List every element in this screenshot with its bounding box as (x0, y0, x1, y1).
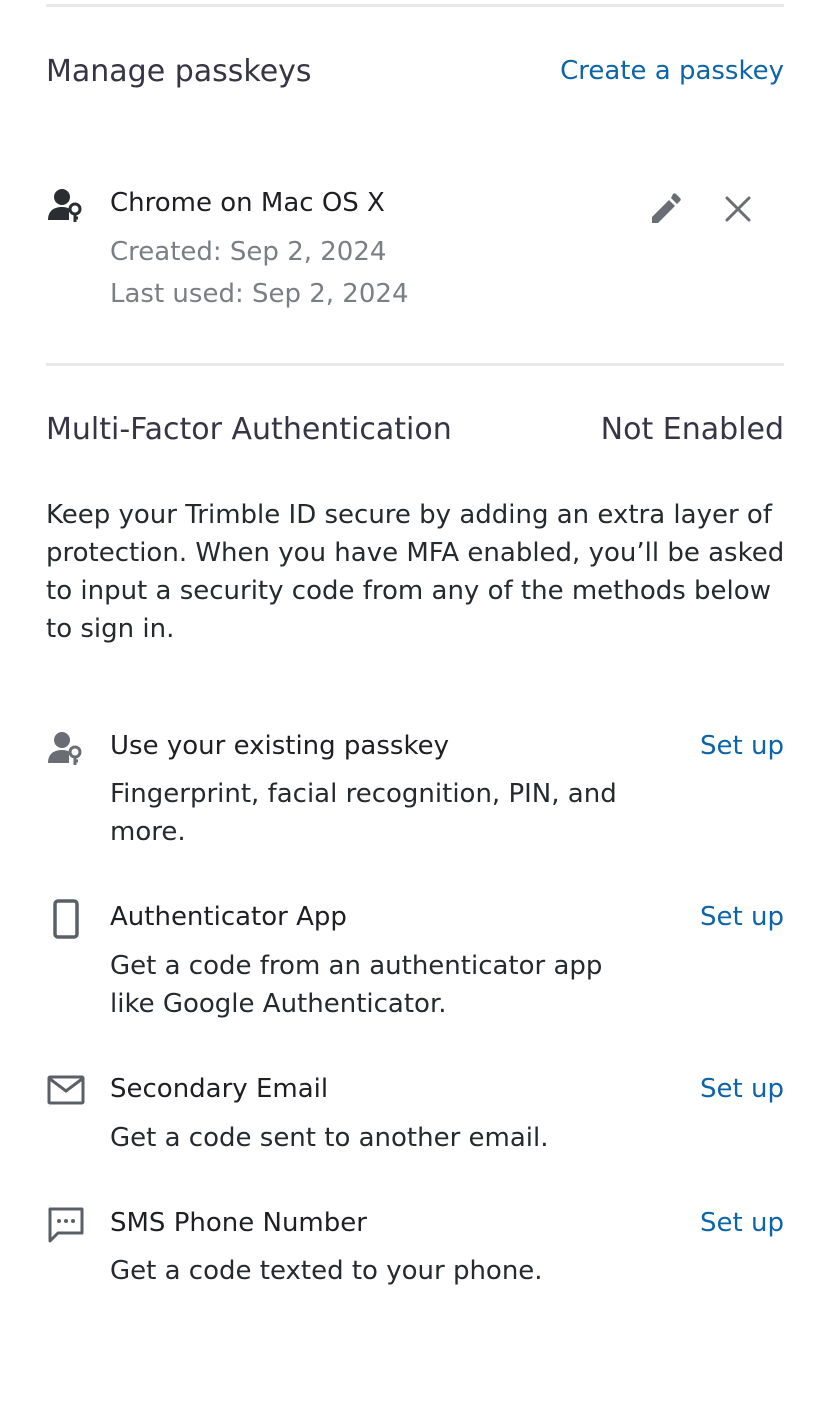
method-description: Fingerprint, facial recognition, PIN, an… (110, 779, 617, 847)
method-title: Use your existing passkey (110, 731, 449, 761)
envelope-icon (46, 1070, 86, 1110)
set-up-email-link[interactable]: Set up (700, 1074, 784, 1104)
set-up-sms-link[interactable]: Set up (700, 1208, 784, 1238)
method-description: Get a code from an authenticator app lik… (110, 951, 603, 1019)
chat-bubble-icon (46, 1205, 86, 1245)
method-description: Get a code texted to your phone. (110, 1256, 543, 1286)
section-divider (46, 363, 784, 366)
method-title: Authenticator App (110, 902, 347, 932)
method-title: Secondary Email (110, 1074, 329, 1104)
smartphone-icon (46, 899, 86, 939)
set-up-authenticator-link[interactable]: Set up (700, 902, 784, 932)
passkey-last-used-date: Last used: Sep 2, 2024 (110, 279, 409, 309)
mfa-description: Keep your Trimble ID secure by adding an… (46, 500, 785, 644)
set-up-passkey-link[interactable]: Set up (700, 731, 784, 761)
mfa-section-title: Multi-Factor Authentication (46, 412, 452, 447)
mfa-status-badge: Not Enabled (600, 412, 784, 447)
edit-pencil-icon[interactable] (646, 188, 686, 228)
passkey-created-date: Created: Sep 2, 2024 (110, 237, 387, 267)
user-key-icon (46, 729, 86, 769)
method-description: Get a code sent to another email. (110, 1123, 549, 1153)
create-passkey-link[interactable]: Create a passkey (560, 56, 784, 86)
delete-close-icon[interactable] (718, 189, 758, 229)
top-divider (46, 4, 784, 7)
passkey-name: Chrome on Mac OS X (110, 188, 385, 218)
passkeys-section-title: Manage passkeys (46, 54, 312, 89)
method-title: SMS Phone Number (110, 1208, 367, 1238)
user-key-icon (46, 186, 86, 226)
